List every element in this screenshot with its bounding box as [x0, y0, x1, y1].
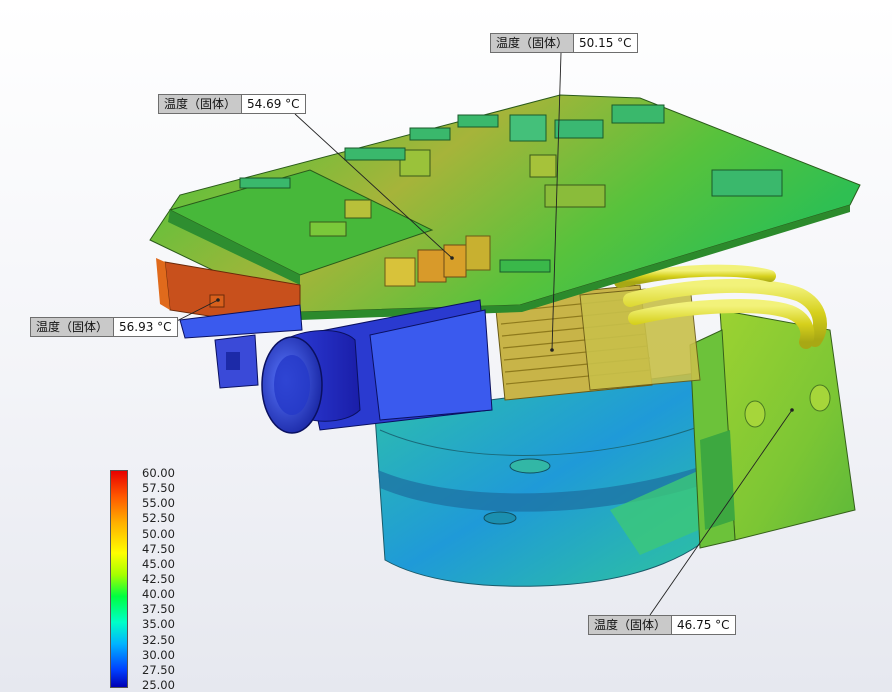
- legend-tick-label: 45.00: [142, 556, 175, 571]
- legend-tick-label: 52.50: [142, 511, 175, 526]
- legend-tick-label: 37.50: [142, 602, 175, 617]
- probe-label-top[interactable]: 温度（固体） 50.15 °C: [490, 33, 638, 53]
- probe-label-heatsink[interactable]: 温度（固体） 46.75 °C: [588, 615, 736, 635]
- legend-tick-label: 60.00: [142, 466, 175, 480]
- legend-tick-label: 25.00: [142, 678, 175, 692]
- legend-tick-label: 35.00: [142, 617, 175, 632]
- probe-value: 46.75 °C: [672, 616, 735, 634]
- probe-label-text: 温度（固体）: [589, 616, 673, 634]
- legend-tick-label: 32.50: [142, 632, 175, 647]
- legend-tick-label: 55.00: [142, 496, 175, 511]
- probe-label-bracket[interactable]: 温度（固体） 56.93 °C: [30, 317, 178, 337]
- legend-tick-label: 50.00: [142, 526, 175, 541]
- legend-color-bar: [110, 470, 128, 688]
- probe-value: 54.69 °C: [242, 95, 305, 113]
- legend-tick-label: 47.50: [142, 541, 175, 556]
- probe-label-board[interactable]: 温度（固体） 54.69 °C: [158, 94, 306, 114]
- heatsink-box: [689, 309, 856, 549]
- thermal-model: [149, 52, 861, 616]
- legend-tick-label: 27.50: [142, 662, 175, 677]
- probe-label-text: 温度（固体）: [159, 95, 243, 113]
- probe-label-text: 温度（固体）: [491, 34, 575, 52]
- legend-tick-label: 30.00: [142, 647, 175, 662]
- legend-tick-label: 57.50: [142, 481, 175, 496]
- probe-label-text: 温度（固体）: [31, 318, 115, 336]
- probe-value: 50.15 °C: [574, 34, 637, 52]
- model-viewport[interactable]: 温度（固体） 50.15 °C 温度（固体） 54.69 °C 温度（固体） 5…: [0, 0, 892, 692]
- legend-tick-label: 40.00: [142, 587, 175, 602]
- legend-tick-label: 42.50: [142, 572, 175, 586]
- projector-lens: [179, 299, 493, 434]
- probe-value: 56.93 °C: [114, 318, 177, 336]
